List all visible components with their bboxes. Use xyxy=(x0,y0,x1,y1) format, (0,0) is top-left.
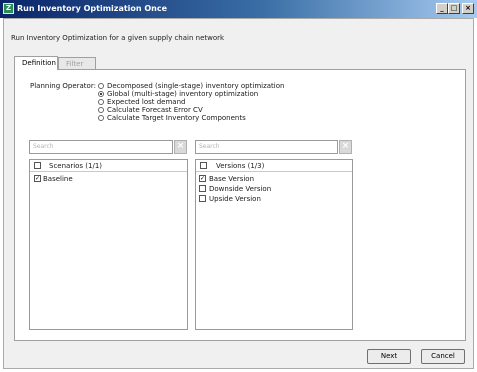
radio-target-inventory[interactable]: Calculate Target Inventory Components xyxy=(98,114,246,122)
select-all-versions-checkbox[interactable] xyxy=(200,162,207,169)
scenarios-header-label: Scenarios (1/1) xyxy=(49,162,103,170)
radio-expected-lost-demand[interactable]: Expected lost demand xyxy=(98,98,185,106)
version-item-label: Base Version xyxy=(209,175,255,183)
radio-label: Calculate Forecast Error CV xyxy=(107,106,203,114)
radio-forecast-error-cv[interactable]: Calculate Forecast Error CV xyxy=(98,106,203,114)
version-checkbox[interactable] xyxy=(199,195,206,202)
radio-decomposed[interactable]: Decomposed (single-stage) inventory opti… xyxy=(98,82,284,90)
radio-button[interactable] xyxy=(98,99,104,105)
radio-global[interactable]: Global (multi-stage) inventory optimizat… xyxy=(98,90,258,98)
cancel-button[interactable]: Cancel xyxy=(421,349,465,364)
scenarios-list: Scenarios (1/1) ✓ Baseline xyxy=(29,159,188,330)
planning-operator-label: Planning Operator: xyxy=(30,82,96,90)
versions-header-label: Versions (1/3) xyxy=(216,162,265,170)
title-bar: Z Run Inventory Optimization Once _ □ × xyxy=(0,0,477,18)
maximize-button[interactable]: □ xyxy=(448,3,460,14)
next-button[interactable]: Next xyxy=(367,349,411,364)
window-title: Run Inventory Optimization Once xyxy=(17,4,168,13)
radio-label: Decomposed (single-stage) inventory opti… xyxy=(107,82,285,90)
clear-scenario-search-button[interactable]: × xyxy=(174,140,187,154)
tab-definition[interactable]: Definition xyxy=(14,56,58,70)
clear-icon: × xyxy=(176,141,185,151)
close-button[interactable]: × xyxy=(462,3,474,14)
radio-button[interactable] xyxy=(98,107,104,113)
minimize-button[interactable]: _ xyxy=(436,3,448,14)
versions-list: Versions (1/3) ✓ Base Version Downside V… xyxy=(195,159,353,330)
version-checkbox[interactable]: ✓ xyxy=(199,175,206,182)
radio-button[interactable] xyxy=(98,91,104,97)
scenario-search-input[interactable]: Search xyxy=(29,140,173,154)
radio-label: Expected lost demand xyxy=(107,98,186,106)
scenario-item-label: Baseline xyxy=(43,175,73,183)
radio-button[interactable] xyxy=(98,115,104,121)
version-item-label: Downside Version xyxy=(209,185,272,193)
radio-label: Global (multi-stage) inventory optimizat… xyxy=(107,90,259,98)
clear-icon: × xyxy=(341,141,350,151)
version-item-label: Upside Version xyxy=(209,195,261,203)
scenario-checkbox[interactable]: ✓ xyxy=(34,175,41,182)
scenarios-list-header: Scenarios (1/1) xyxy=(30,160,187,172)
app-icon: Z xyxy=(3,3,14,14)
select-all-scenarios-checkbox[interactable] xyxy=(34,162,41,169)
radio-button[interactable] xyxy=(98,83,104,89)
version-search-input[interactable]: Search xyxy=(195,140,338,154)
version-checkbox[interactable] xyxy=(199,185,206,192)
dialog-description: Run Inventory Optimization for a given s… xyxy=(11,34,225,42)
versions-list-header: Versions (1/3) xyxy=(196,160,352,172)
clear-version-search-button[interactable]: × xyxy=(339,140,352,154)
tab-filter[interactable]: Filter xyxy=(58,57,96,69)
radio-label: Calculate Target Inventory Components xyxy=(107,114,246,122)
